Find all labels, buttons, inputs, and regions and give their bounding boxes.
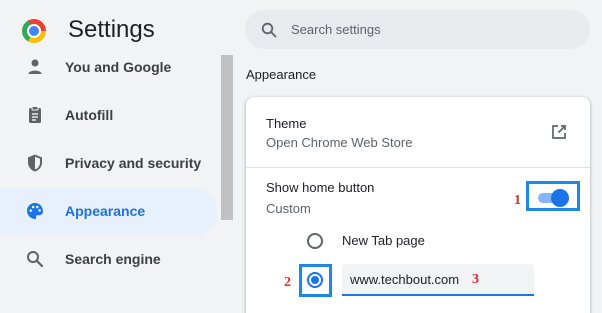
search-input[interactable]: Search settings xyxy=(245,10,590,49)
home-button-title: Show home button xyxy=(266,180,375,195)
annotation-1: 1 xyxy=(514,193,521,208)
appearance-card: Theme Open Chrome Web Store Show home bu… xyxy=(246,97,590,313)
palette-icon xyxy=(27,203,43,219)
custom-url-input[interactable]: www.techbout.com xyxy=(342,264,534,296)
search-icon xyxy=(261,22,277,38)
sidebar-item-appearance[interactable]: Appearance xyxy=(0,188,217,235)
sidebar-item-label: You and Google xyxy=(65,59,172,75)
sidebar-item-privacy-and-security[interactable]: Privacy and security xyxy=(0,140,217,187)
annotation-2: 2 xyxy=(284,275,291,290)
radio-label-new-tab-page: New Tab page xyxy=(342,233,425,248)
chrome-logo-icon xyxy=(22,19,46,43)
sidebar-item-label: Privacy and security xyxy=(65,155,202,171)
divider xyxy=(246,167,590,168)
sidebar-item-label: Search engine xyxy=(65,251,161,267)
sidebar-scrollbar-thumb[interactable] xyxy=(221,55,233,220)
radio-new-tab-page[interactable] xyxy=(307,233,323,249)
clipboard-icon xyxy=(29,106,41,123)
custom-url-value: www.techbout.com xyxy=(350,272,460,287)
settings-page: Settings Search settings You and Google … xyxy=(0,0,602,313)
sidebar-item-label: Appearance xyxy=(65,203,146,219)
search-placeholder: Search settings xyxy=(291,22,381,37)
page-title: Settings xyxy=(68,16,155,43)
person-icon xyxy=(28,59,42,74)
sidebar-item-autofill[interactable]: Autofill xyxy=(0,92,217,139)
shield-icon xyxy=(28,154,42,172)
toggle-knob[interactable] xyxy=(551,189,569,207)
sidebar-item-search-engine[interactable]: Search engine xyxy=(0,236,217,283)
theme-title: Theme xyxy=(266,116,307,131)
sidebar-item-you-and-google[interactable]: You and Google xyxy=(0,44,217,91)
annotation-3: 3 xyxy=(472,272,479,287)
section-title: Appearance xyxy=(246,67,317,82)
radio-custom-url[interactable] xyxy=(307,272,323,288)
home-button-subtitle: Custom xyxy=(266,201,311,216)
external-link-icon[interactable] xyxy=(550,123,568,141)
theme-subtitle[interactable]: Open Chrome Web Store xyxy=(266,135,412,151)
sidebar-item-label: Autofill xyxy=(65,107,114,123)
search-icon xyxy=(27,251,44,268)
